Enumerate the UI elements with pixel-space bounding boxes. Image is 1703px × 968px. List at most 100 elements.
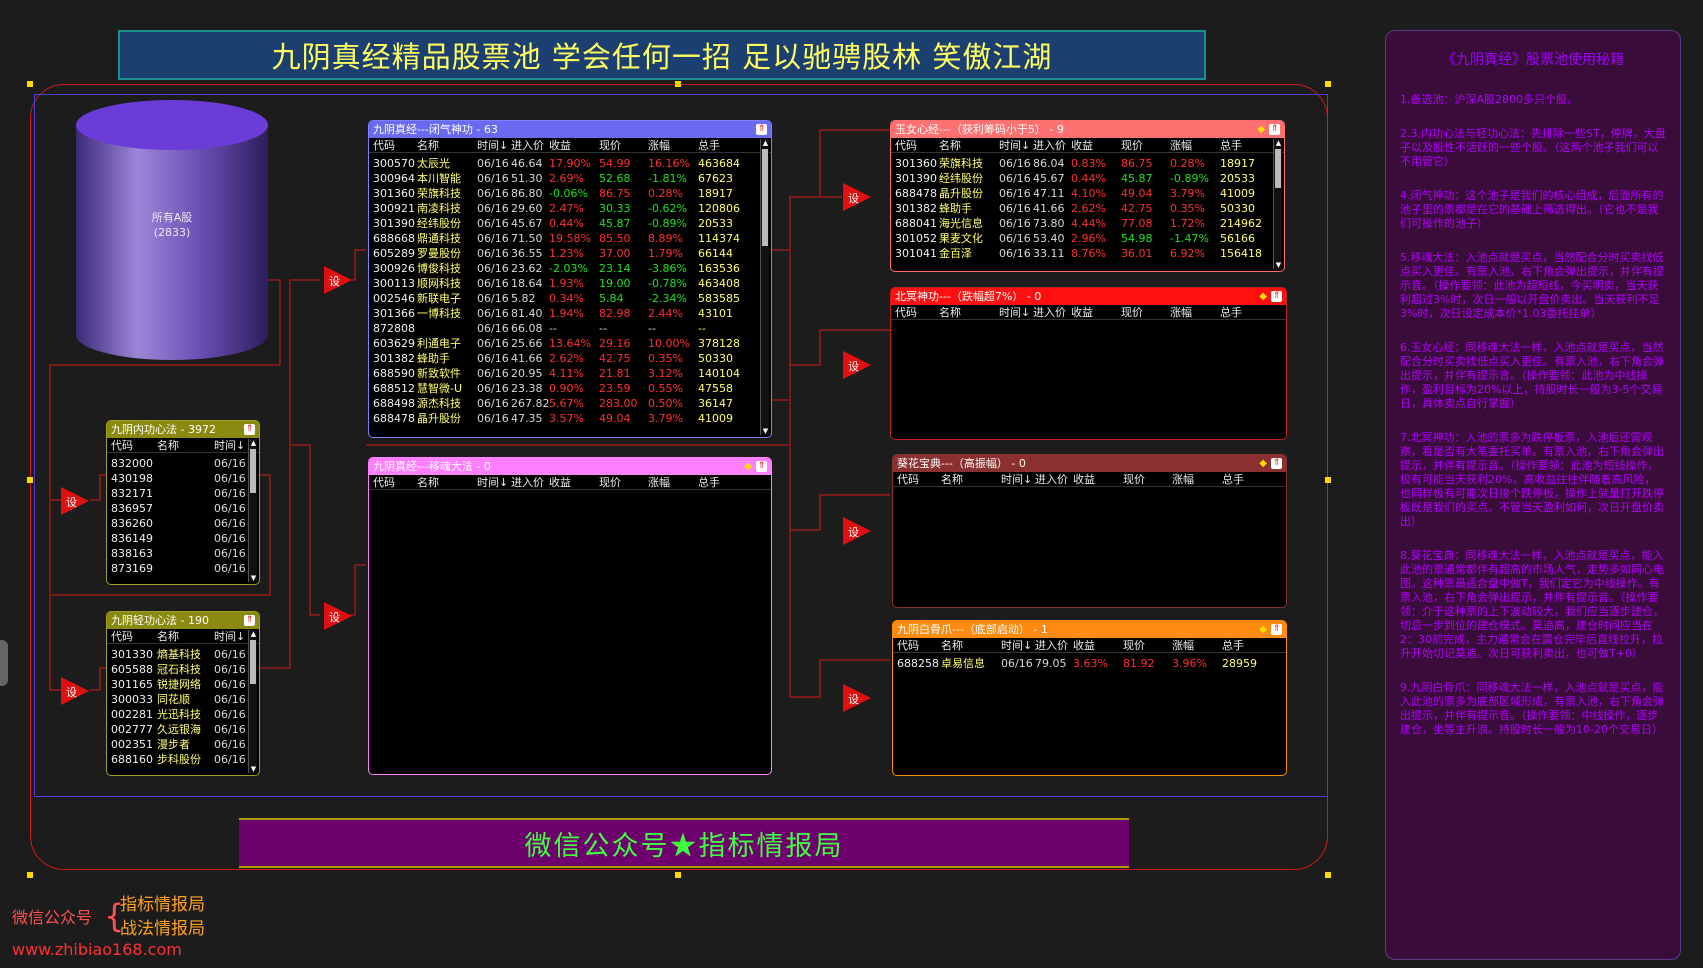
table-row[interactable]: 688160 步科股份 06/16 — [107, 752, 259, 767]
resize-handle[interactable] — [27, 477, 33, 483]
column-header[interactable]: 进入价 — [511, 138, 549, 152]
column-header[interactable]: 时间↓ — [999, 138, 1033, 152]
column-header[interactable]: 名称 — [157, 438, 214, 452]
table-row[interactable]: 300570 太辰光 06/16 46.64 17.90% 54.99 16.16% 4636… — [369, 156, 771, 171]
column-header[interactable]: 时间↓ — [477, 475, 511, 489]
scrollbar-thumb[interactable] — [762, 149, 768, 247]
panel-title[interactable]: 玉女心经---（获利筹码小于5） - 9 ◆ ⇑ — [891, 121, 1284, 138]
column-header[interactable]: 名称 — [941, 472, 1001, 486]
scroll-up-icon[interactable]: ▲ — [249, 439, 258, 447]
table-row[interactable]: 301330 熵基科技 06/16 — [107, 647, 259, 662]
diamond-icon[interactable]: ◆ — [1257, 124, 1265, 135]
table-row[interactable]: 873169 06/16 — [107, 561, 259, 576]
scroll-up-icon[interactable]: ▲ — [249, 630, 258, 638]
column-header[interactable]: 名称 — [941, 638, 1001, 652]
collapse-tab[interactable] — [0, 640, 8, 686]
set-button[interactable]: 设 — [843, 684, 873, 712]
column-header[interactable]: 收益 — [549, 138, 599, 152]
panel-beiming-shengong[interactable]: 北冥神功---（跌幅超7%） - 0 ◆ ⇑ 代码 名称 时间↓ 进入价 收益 现价 涨幅 总手 — [890, 287, 1287, 440]
panel-kuihua-baodian[interactable]: 葵花宝典---（高振幅） - 0 ◆ ⇑ 代码 名称 时间↓ 进入价 收益 现价 涨幅 总手 — [892, 454, 1287, 608]
vertical-scrollbar[interactable]: ▲ ▼ — [760, 139, 769, 435]
diamond-icon[interactable]: ◆ — [1259, 624, 1267, 635]
column-header[interactable]: 现价 — [1121, 305, 1170, 319]
table-row[interactable]: 603629 利通电子 06/16 25.66 13.64% 29.16 10.00% 378… — [369, 336, 771, 351]
table-row[interactable]: 300113 顺网科技 06/16 18.64 1.93% 19.00 -0.78% 4634… — [369, 276, 771, 291]
column-header[interactable]: 时间↓ — [1001, 472, 1035, 486]
column-header[interactable]: 名称 — [939, 138, 999, 152]
column-header[interactable]: 涨幅 — [648, 475, 698, 489]
table-row[interactable]: 688590 新致软件 06/16 20.95 4.11% 21.81 3.12% 14010… — [369, 366, 771, 381]
column-header[interactable]: 代码 — [891, 305, 939, 319]
table-row[interactable]: 300921 南凌科技 06/16 29.60 2.47% 30.33 -0.62% 1208… — [369, 201, 771, 216]
column-header[interactable]: 进入价 — [1035, 638, 1073, 652]
table-row[interactable]: 688478 晶升股份 06/16 47.35 3.57% 49.04 3.79% 41009 — [369, 411, 771, 426]
set-button[interactable]: 设 — [324, 602, 354, 630]
column-header[interactable]: 代码 — [107, 438, 157, 452]
table-row[interactable]: 301041 金百泽 06/16 33.11 8.76% 36.01 6.92% 156418 — [891, 246, 1284, 261]
diamond-icon[interactable]: ◆ — [1259, 458, 1267, 469]
table-row[interactable]: 836149 06/16 — [107, 531, 259, 546]
table-row[interactable]: 301366 一博科技 06/16 81.40 1.94% 82.98 2.44% 43101 — [369, 306, 771, 321]
column-header[interactable]: 总手 — [698, 475, 748, 489]
table-row[interactable]: 836260 06/16 — [107, 516, 259, 531]
column-header[interactable]: 名称 — [417, 138, 477, 152]
scroll-up-icon[interactable]: ▲ — [761, 139, 770, 147]
pin-up-icon[interactable]: ⇑ — [756, 123, 767, 135]
set-button[interactable]: 设 — [61, 487, 91, 515]
column-header[interactable]: 代码 — [893, 638, 941, 652]
table-row[interactable]: 301382 蜂助手 06/16 41.66 2.62% 42.75 0.35% 50330 — [369, 351, 771, 366]
column-header[interactable]: 时间↓ — [999, 305, 1033, 319]
table-row[interactable]: 430198 06/16 — [107, 471, 259, 486]
table-row[interactable]: 301360 荣旗科技 06/16 86.80 -0.06% 86.75 0.28% 1891… — [369, 186, 771, 201]
table-row[interactable]: 002777 久远银海 06/16 — [107, 722, 259, 737]
column-header[interactable]: 现价 — [1123, 472, 1172, 486]
panel-qinggong-xinfa[interactable]: 九阴轻功心法 - 190 ⇑ 代码 名称 时间↓ 301330 熵基科技 06/16 60558… — [106, 611, 260, 776]
pin-up-icon[interactable]: ⇑ — [756, 460, 767, 472]
set-button[interactable]: 设 — [843, 183, 873, 211]
panel-title[interactable]: 九阴白骨爪---（底部启动） - 1 ◆ ⇑ — [893, 621, 1286, 638]
pin-up-icon[interactable]: ⇑ — [1271, 457, 1282, 469]
column-header[interactable]: 收益 — [1071, 305, 1121, 319]
column-header[interactable]: 涨幅 — [1172, 638, 1222, 652]
table-row[interactable]: 301052 果麦文化 06/16 53.40 2.96% 54.98 -1.47% 5616… — [891, 231, 1284, 246]
column-header[interactable]: 进入价 — [1033, 138, 1071, 152]
pin-up-icon[interactable]: ⇑ — [244, 423, 255, 435]
table-row[interactable]: 605588 冠石科技 06/16 — [107, 662, 259, 677]
column-header[interactable]: 收益 — [549, 475, 599, 489]
panel-title[interactable]: 葵花宝典---（高振幅） - 0 ◆ ⇑ — [893, 455, 1286, 472]
table-row[interactable]: 002351 漫步者 06/16 — [107, 737, 259, 752]
column-header[interactable]: 名称 — [417, 475, 477, 489]
set-button[interactable]: 设 — [61, 677, 91, 705]
column-header[interactable]: 总手 — [1222, 472, 1272, 486]
resize-handle[interactable] — [675, 872, 681, 878]
scrollbar-thumb[interactable] — [250, 449, 256, 493]
table-row[interactable]: 301360 荣旗科技 06/16 86.04 0.83% 86.75 0.28% 18917 — [891, 156, 1284, 171]
scroll-down-icon[interactable]: ▼ — [249, 765, 258, 773]
vertical-scrollbar[interactable]: ▲ ▼ — [248, 439, 257, 582]
pin-up-icon[interactable]: ⇑ — [1269, 123, 1280, 135]
resize-handle[interactable] — [27, 872, 33, 878]
column-header[interactable]: 代码 — [369, 138, 417, 152]
column-header[interactable]: 总手 — [1222, 638, 1272, 652]
column-header[interactable]: 现价 — [599, 138, 648, 152]
resize-handle[interactable] — [1325, 872, 1331, 878]
table-row[interactable]: 688258 卓易信息 06/16 79.05 3.63% 81.92 3.96% 28959 — [893, 656, 1286, 671]
column-header[interactable]: 现价 — [1123, 638, 1172, 652]
resize-handle[interactable] — [675, 81, 681, 87]
panel-yihun-dafa[interactable]: 九阴真经---移魂大法 - 0 ◆ ⇑ 代码 名称 时间↓ 进入价 收益 现价 涨幅 总手 — [368, 457, 772, 775]
table-row[interactable]: 301382 蜂助手 06/16 41.66 2.62% 42.75 0.35% 50330 — [891, 201, 1284, 216]
column-header[interactable]: 时间↓ — [1001, 638, 1035, 652]
column-header[interactable]: 时间↓ — [477, 138, 511, 152]
column-header[interactable]: 名称 — [939, 305, 999, 319]
panel-title[interactable]: 九阴轻功心法 - 190 ⇑ — [107, 612, 259, 629]
table-row[interactable]: 838163 06/16 — [107, 546, 259, 561]
table-row[interactable]: 300033 同花顺 06/16 — [107, 692, 259, 707]
resize-handle[interactable] — [27, 81, 33, 87]
pin-up-icon[interactable]: ⇑ — [1271, 290, 1282, 302]
column-header[interactable]: 收益 — [1073, 638, 1123, 652]
table-row[interactable]: 002281 光迅科技 06/16 — [107, 707, 259, 722]
pin-up-icon[interactable]: ⇑ — [1271, 623, 1282, 635]
set-button[interactable]: 设 — [843, 517, 873, 545]
panel-yunv-xinjing[interactable]: 玉女心经---（获利筹码小于5） - 9 ◆ ⇑ 代码 名称 时间↓ 进入价 收益 现价 涨幅 总手… — [890, 120, 1285, 272]
scroll-down-icon[interactable]: ▼ — [761, 427, 770, 435]
